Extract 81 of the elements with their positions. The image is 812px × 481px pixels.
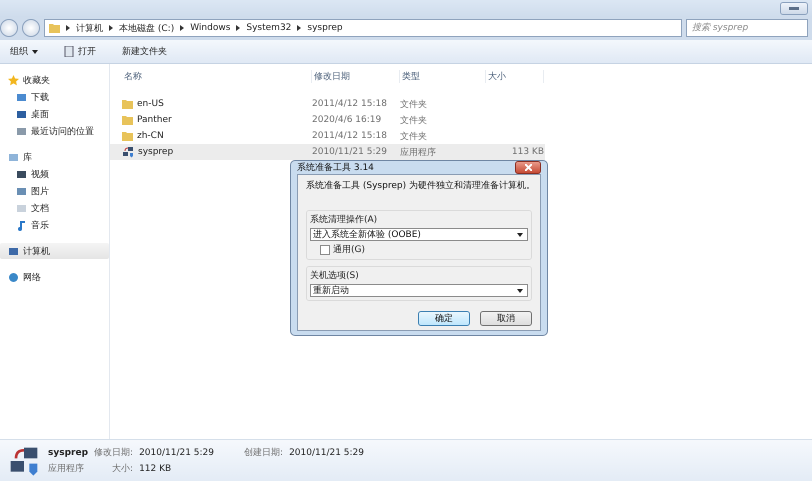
date-cell-text: 2011/4/12 15:18 <box>312 99 388 109</box>
file-name: zh-CN <box>137 131 164 141</box>
size-cell-text: 113 KB <box>510 147 544 157</box>
column-header[interactable]: 修改日期 <box>312 70 400 82</box>
computers-icon <box>122 146 134 158</box>
document-icon <box>64 46 74 57</box>
field-label: 修改日期: <box>94 446 134 459</box>
file-name: sysprep <box>138 147 174 157</box>
star-icon <box>8 74 19 86</box>
checkbox-label: 通用(G) <box>333 244 365 256</box>
computers-icon <box>8 444 40 476</box>
sidebar-item[interactable]: 音乐 <box>0 217 109 233</box>
date-cell-text: 2011/4/12 15:18 <box>312 131 388 141</box>
date-cell-text: 2020/4/6 16:19 <box>312 115 382 125</box>
forward-button[interactable] <box>22 19 40 37</box>
file-name: en-US <box>137 99 164 109</box>
minimize-button[interactable] <box>780 2 808 15</box>
chevron-icon <box>66 25 70 31</box>
sidebar-item[interactable]: 网络 <box>0 269 109 285</box>
address-bar[interactable]: 计算机 本地磁盘 (C:) Windows System32 sysprep <box>44 19 682 37</box>
dialog-message: 系统准备工具 (Sysprep) 为硬件独立和清理准备计算机。 <box>306 180 532 192</box>
toolbar-button[interactable]: 新建文件夹 <box>120 43 169 60</box>
sidebar-item[interactable]: 最近访问的位置 <box>0 123 109 139</box>
column-header[interactable]: 名称 <box>122 70 312 82</box>
breadcrumb[interactable]: System32 <box>246 23 292 33</box>
search-field[interactable]: 搜索 sysprep <box>686 19 808 37</box>
caret-icon <box>517 232 523 236</box>
dialog-button[interactable]: 取消 <box>480 311 532 326</box>
toolbar-button[interactable]: 打开 <box>62 43 98 60</box>
sidebar-item[interactable]: 视频 <box>0 166 109 182</box>
close-button[interactable] <box>515 161 541 174</box>
dropdown[interactable]: 重新启动 <box>310 284 528 297</box>
music-note-icon <box>16 220 27 230</box>
minimize-icon <box>789 7 799 10</box>
type-cell-text: 文件夹 <box>400 114 428 126</box>
field-value: 112 KB <box>139 464 172 474</box>
file-row[interactable]: en-US 2011/4/12 15:18 文件夹 <box>110 96 545 112</box>
dropdown[interactable]: 进入系统全新体验 (OOBE) <box>310 228 528 241</box>
chevron-icon <box>109 25 113 31</box>
column-header[interactable]: 类型 <box>400 70 486 82</box>
file-row[interactable]: zh-CN 2011/4/12 15:18 文件夹 <box>110 128 545 144</box>
field-label: 大小: <box>111 462 134 475</box>
dialog-title: 系统准备工具 3.14 <box>297 162 374 174</box>
date-cell-text: 2010/11/21 5:29 <box>312 147 388 157</box>
chevron-icon <box>180 25 184 31</box>
sidebar-item[interactable]: 收藏夹 <box>0 72 109 88</box>
sidebar-item[interactable]: 计算机 <box>0 243 109 259</box>
group-label: 系统清理操作(A) <box>310 214 378 226</box>
field-value: 2010/11/21 5:29 <box>139 448 214 458</box>
toolbar-button[interactable]: 组织 <box>8 43 40 60</box>
type-cell-text: 文件夹 <box>400 130 428 142</box>
dialog-button[interactable]: 确定 <box>418 311 470 326</box>
checkbox[interactable] <box>320 244 330 254</box>
globe-icon <box>8 272 19 282</box>
back-button[interactable] <box>0 19 18 37</box>
file-row[interactable]: sysprep 2010/11/21 5:29 应用程序 113 KB <box>110 144 545 160</box>
chevron-icon <box>236 25 240 31</box>
caret-icon <box>517 288 523 292</box>
type-cell-text: 文件夹 <box>400 98 428 110</box>
breadcrumb[interactable]: 本地磁盘 (C:) <box>119 22 174 34</box>
sidebar-item[interactable]: 文档 <box>0 200 109 216</box>
sidebar-item[interactable]: 桌面 <box>0 106 109 122</box>
field-label: 创建日期: <box>244 446 284 459</box>
monitor-icon <box>8 246 19 256</box>
file-name: sysprep <box>48 448 88 458</box>
file-name: Panther <box>137 115 172 125</box>
type-cell-text: 应用程序 <box>400 146 437 158</box>
file-row[interactable]: Panther 2020/4/6 16:19 文件夹 <box>110 112 545 128</box>
breadcrumb[interactable]: sysprep <box>307 23 343 33</box>
breadcrumb[interactable]: Windows <box>190 23 230 33</box>
field-value: 2010/11/21 5:29 <box>289 448 364 458</box>
group-label: 关机选项(S) <box>310 270 360 282</box>
sidebar-item[interactable]: 图片 <box>0 183 109 199</box>
breadcrumb[interactable]: 计算机 <box>76 22 103 34</box>
chevron-icon <box>297 25 302 31</box>
caret-icon <box>32 50 38 54</box>
sidebar-item[interactable]: 库 <box>0 149 109 165</box>
file-type: 应用程序 <box>48 462 85 475</box>
column-header[interactable]: 大小 <box>486 70 544 82</box>
sidebar-item[interactable]: 下载 <box>0 89 109 105</box>
close-icon <box>524 164 532 171</box>
